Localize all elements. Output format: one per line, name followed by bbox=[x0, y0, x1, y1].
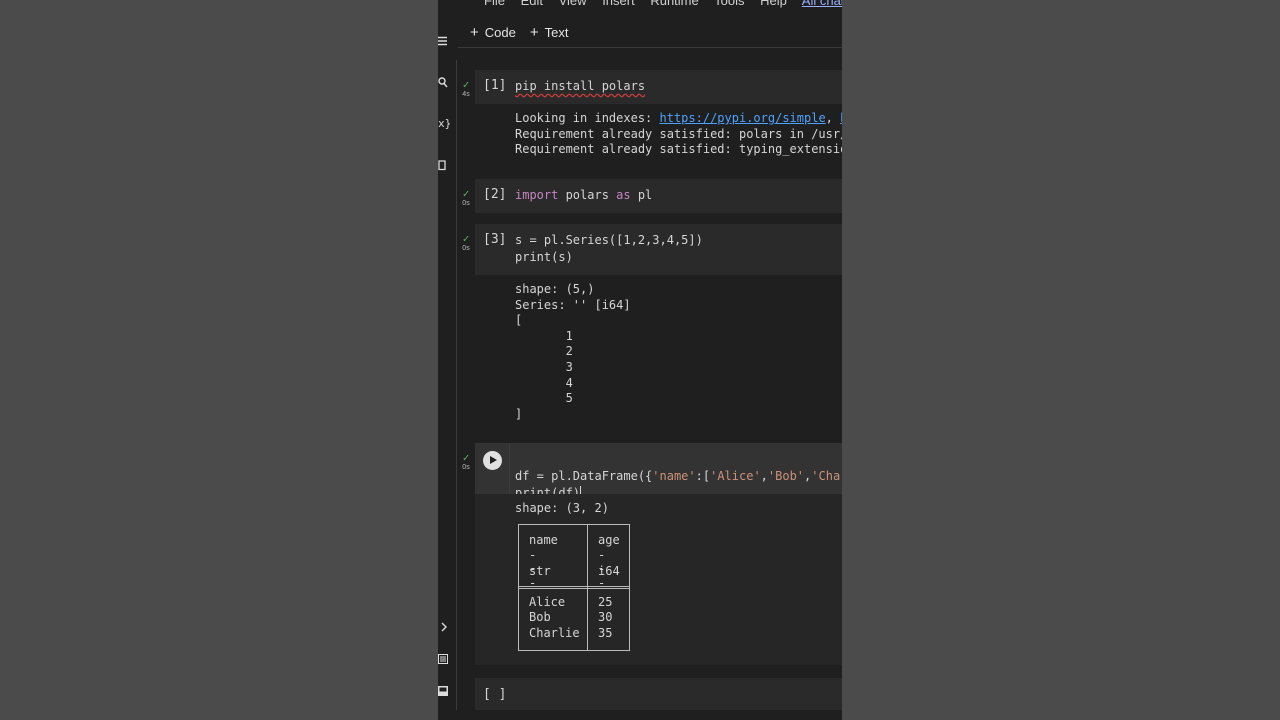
menu-help[interactable]: Help bbox=[760, 0, 787, 8]
cell-editor[interactable]: [2] import polars as pl bbox=[475, 179, 842, 213]
cell-status: ✓ 4s bbox=[460, 78, 472, 99]
code-line: s = pl.Series([1,2,3,4,5]) print(s) bbox=[515, 232, 703, 266]
table-cell: 30 bbox=[598, 610, 613, 624]
execution-count: [2] bbox=[483, 187, 507, 202]
string-token: 'Bob' bbox=[767, 469, 805, 483]
exec-time: 0s bbox=[462, 245, 470, 252]
code-cell: [2] import polars as pl ✓ 0s bbox=[462, 179, 842, 213]
table-cell: Bob bbox=[529, 610, 551, 624]
plus-icon: + bbox=[470, 23, 479, 41]
execution-count: [ ] bbox=[483, 687, 507, 702]
rail-divider bbox=[456, 60, 457, 710]
cell-status: ✓ 0s bbox=[460, 187, 472, 208]
output-text: Requirement already satisfied: typing_ex… bbox=[515, 142, 842, 157]
add-code-button[interactable]: + Code bbox=[470, 24, 516, 41]
execution-count: [1] bbox=[483, 78, 507, 93]
output-text: Looking in indexes: bbox=[515, 111, 660, 125]
output-shape: shape: (3, 2) bbox=[515, 501, 609, 515]
cell-editor[interactable]: [1] pip install polars bbox=[475, 70, 842, 104]
toolbar-divider bbox=[458, 47, 842, 48]
code-token: polars bbox=[558, 188, 617, 202]
left-blur-background bbox=[0, 0, 438, 720]
save-status-link[interactable]: All changes bbox=[802, 0, 842, 8]
keyword: import bbox=[515, 188, 559, 202]
add-text-button[interactable]: + Text bbox=[530, 24, 569, 41]
command-palette-icon[interactable] bbox=[438, 654, 450, 666]
code-line: pip install polars bbox=[515, 79, 646, 93]
index-link[interactable]: htt bbox=[840, 111, 842, 125]
variables-icon[interactable]: x} bbox=[438, 118, 451, 130]
plus-icon: + bbox=[529, 23, 539, 41]
code-token: pl bbox=[630, 188, 653, 202]
code-cell: [ ] bbox=[475, 678, 842, 710]
table-cell: Charlie bbox=[529, 626, 580, 640]
code-token: :[ bbox=[695, 469, 711, 483]
check-icon: ✓ bbox=[462, 78, 470, 91]
code-line-1: s = pl.Series([1,2,3,4,5]) bbox=[515, 233, 703, 247]
string-token: 'name' bbox=[652, 469, 696, 483]
table-cell: Alice bbox=[529, 595, 566, 609]
output-text: , bbox=[825, 111, 841, 125]
add-code-label: Code bbox=[484, 24, 516, 40]
exec-time: 0s bbox=[462, 464, 470, 471]
files-icon[interactable] bbox=[438, 160, 450, 173]
check-icon: ✓ bbox=[462, 187, 470, 200]
code-cell: [3] s = pl.Series([1,2,3,4,5]) print(s) … bbox=[462, 224, 842, 429]
run-cell-button[interactable] bbox=[483, 451, 502, 470]
table-cell: 25 bbox=[598, 595, 613, 609]
code-token: df = pl.DataFrame({ bbox=[515, 469, 653, 483]
gutter-divider bbox=[509, 443, 510, 494]
cell-output: shape: (5,) Series: '' [i64] [ 1 2 3 4 5… bbox=[515, 282, 631, 421]
code-line-2: print(s) bbox=[515, 250, 573, 264]
cell-editor[interactable]: df = pl.DataFrame({'name':['Alice','Bob'… bbox=[475, 443, 842, 500]
menu-file[interactable]: File bbox=[484, 0, 505, 8]
exec-time: 0s bbox=[462, 200, 470, 207]
cell-status: ✓ 0s bbox=[460, 451, 472, 472]
menu-tools[interactable]: Tools bbox=[714, 0, 744, 8]
search-icon[interactable] bbox=[438, 77, 450, 90]
dataframe-table: name --- str Alice Bob Charlie age --- i… bbox=[518, 524, 630, 651]
output-text: Requirement already satisfied: polars in… bbox=[515, 126, 842, 141]
table-cell: 35 bbox=[598, 626, 613, 640]
code-cell: [1] pip install polars ✓ 4s Looking in i… bbox=[462, 70, 842, 160]
execution-count: [3] bbox=[483, 232, 507, 247]
pypi-link[interactable]: https://pypi.org/simple bbox=[660, 111, 826, 125]
string-token: 'Charli bbox=[811, 469, 842, 483]
keyword: as bbox=[616, 188, 631, 202]
cell-editor[interactable]: [ ] bbox=[475, 678, 842, 710]
menu-view[interactable]: View bbox=[559, 0, 587, 8]
colab-notebook: File Edit View Insert Runtime Tools Help… bbox=[438, 0, 842, 720]
code-token: , bbox=[760, 469, 768, 483]
check-icon: ✓ bbox=[462, 232, 470, 245]
cell-status: ✓ 0s bbox=[460, 232, 472, 253]
menu-edit[interactable]: Edit bbox=[521, 0, 543, 8]
string-token: 'Alice' bbox=[710, 469, 761, 483]
menu-icon[interactable] bbox=[438, 36, 450, 48]
terminal-icon[interactable] bbox=[438, 686, 450, 698]
check-icon: ✓ bbox=[462, 451, 470, 464]
menu-runtime[interactable]: Runtime bbox=[650, 0, 698, 8]
cell-output: Looking in indexes: https://pypi.org/sim… bbox=[515, 111, 842, 158]
expand-icon[interactable] bbox=[440, 622, 452, 634]
code-line: import polars as pl bbox=[515, 187, 652, 204]
menu-insert[interactable]: Insert bbox=[602, 0, 635, 8]
cell-editor[interactable]: [3] s = pl.Series([1,2,3,4,5]) print(s) bbox=[475, 224, 842, 275]
menu-bar: File Edit View Insert Runtime Tools Help… bbox=[484, 0, 842, 9]
add-text-label: Text bbox=[544, 24, 569, 40]
toolbar: + Code + Text bbox=[470, 18, 582, 46]
exec-time: 4s bbox=[462, 91, 470, 98]
right-blur-background bbox=[842, 0, 1280, 720]
